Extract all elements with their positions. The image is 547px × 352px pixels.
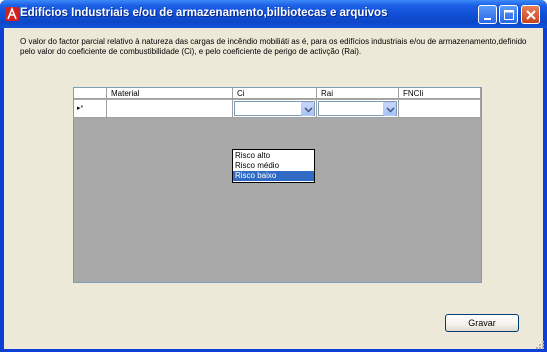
fncii-cell[interactable] [399,100,481,118]
dropdown-option-risco-medio[interactable]: Risco médio [233,161,314,171]
rai-cell[interactable] [317,100,399,118]
save-button[interactable]: Gravar [445,314,519,332]
dropdown-option-risco-alto[interactable]: Risco alto [233,151,314,161]
close-button[interactable] [521,5,540,24]
column-header-material[interactable]: Material [107,88,233,99]
data-grid[interactable]: Material Ci Rai FNCIi ▸* [73,87,482,283]
row-header-corner [74,88,107,99]
ci-dropdown-button[interactable] [301,102,314,116]
ci-combobox[interactable] [234,101,315,116]
maximize-icon [504,10,514,20]
title-bar[interactable]: Edifícios Industriais e/ou de armazename… [0,0,547,28]
description-text: O valor do factor parcial relativo à nat… [20,37,527,56]
close-icon [526,10,536,20]
material-cell[interactable] [107,100,233,118]
rai-dropdown-button[interactable] [383,102,396,116]
column-header-fncii[interactable]: FNCIi [399,88,481,99]
ci-cell[interactable] [233,100,317,118]
column-header-rai[interactable]: Rai [317,88,399,99]
resize-grip-icon[interactable] [535,340,545,350]
ci-dropdown-list[interactable]: Risco alto Risco médio Risco baixo [232,149,315,183]
window-title: Edifícios Industriais e/ou de armazename… [20,7,388,19]
minimize-icon [484,18,491,20]
chevron-down-icon [304,107,313,113]
app-logo-icon [5,6,19,21]
chevron-down-icon [386,107,395,113]
new-row-marker[interactable]: ▸* [74,100,107,118]
column-header-ci[interactable]: Ci [233,88,317,99]
dropdown-option-risco-baixo[interactable]: Risco baixo [233,171,314,181]
minimize-button[interactable] [478,5,497,24]
rai-combobox[interactable] [318,101,397,116]
main-window: Edifícios Industriais e/ou de armazename… [0,0,547,352]
maximize-button[interactable] [499,5,518,24]
